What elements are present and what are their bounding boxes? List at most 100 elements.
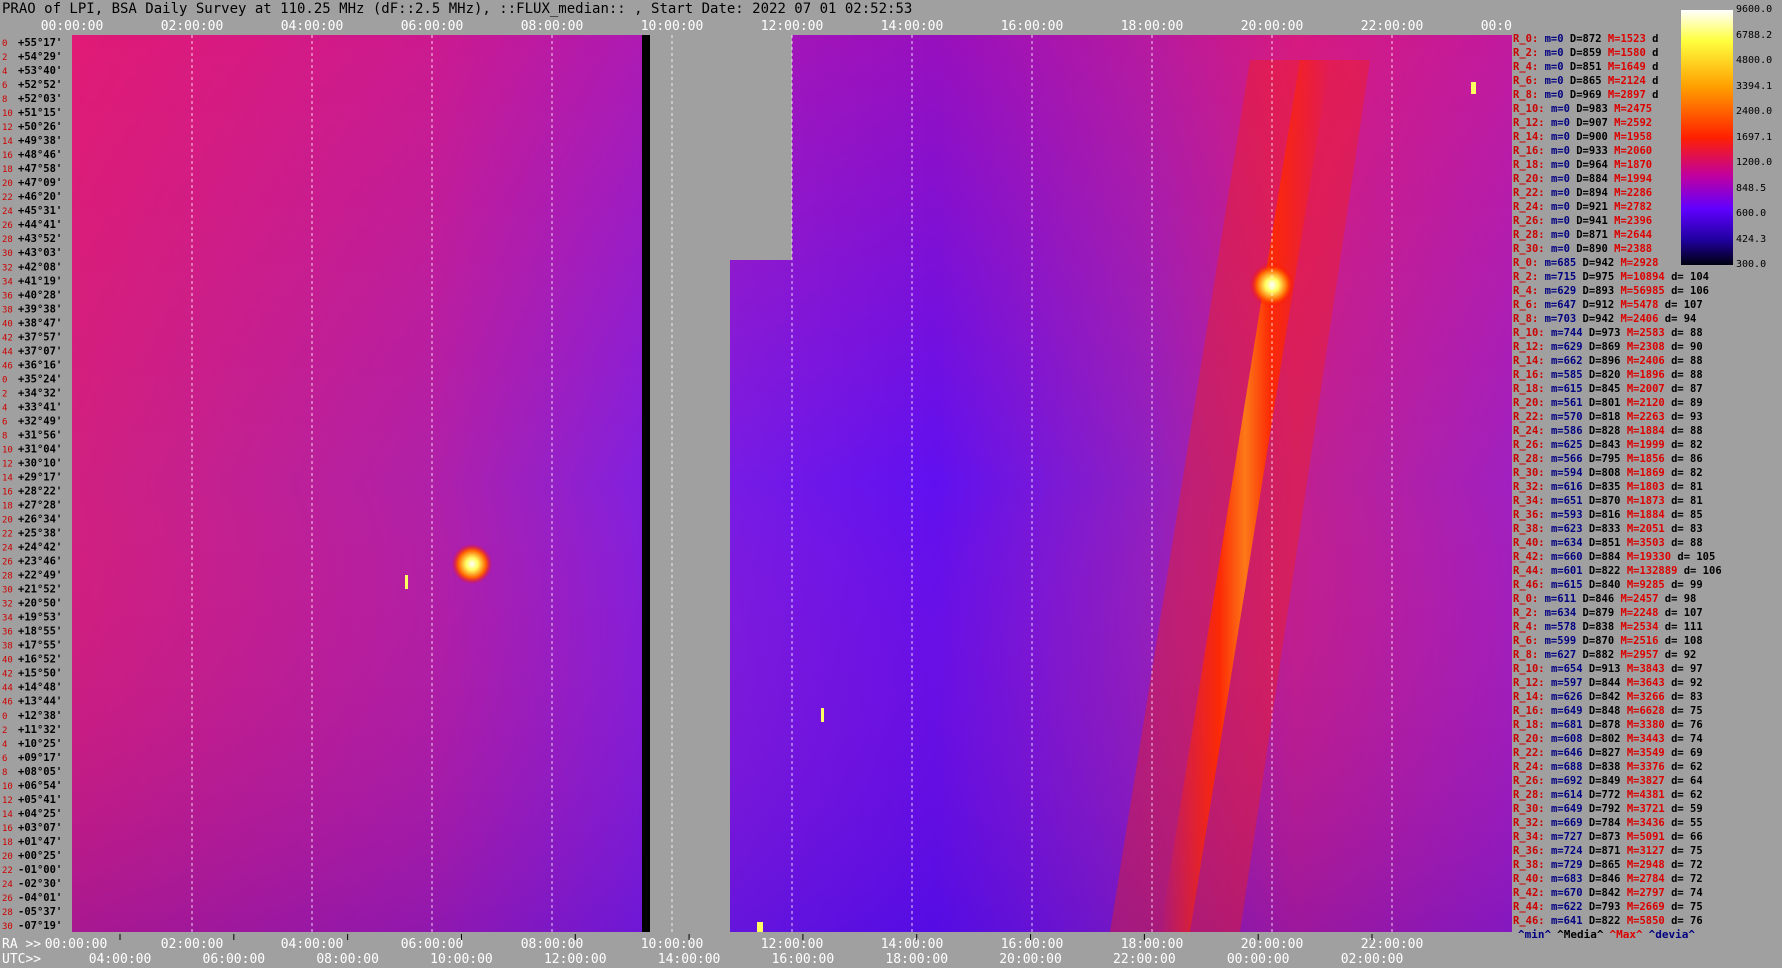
stat-md: D=870: [1582, 635, 1621, 647]
beam-stat-row: R_18: m=0 D=964 M=1870: [1513, 159, 1658, 172]
dec-tick-label: +41°19': [18, 275, 62, 287]
dec-row-index: 22: [2, 866, 13, 876]
beam-stat-row: R_34: m=651 D=870 M=1873 d= 81: [1513, 495, 1703, 508]
utc-tick-label: 10:00:00: [430, 952, 493, 967]
stat-mx: M=5478: [1620, 299, 1665, 311]
dec-row-index: 36: [2, 628, 13, 638]
stat-mn: m=0: [1544, 75, 1570, 87]
dec-tick-label: -05°37': [18, 906, 62, 918]
stat-mx: M=1580: [1607, 47, 1653, 59]
legend-median: ^Media^: [1557, 928, 1604, 941]
stat-dv: d: [1652, 75, 1659, 87]
stat-md: D=869: [1588, 341, 1627, 353]
beam-stat-row: R_16: m=0 D=933 M=2060: [1513, 145, 1658, 158]
stat-md: D=890: [1576, 243, 1615, 255]
stat-md: D=896: [1588, 355, 1627, 367]
dec-tick-label: +38°47': [18, 317, 62, 329]
beam-stat-row: R_18: m=615 D=845 M=2007 d= 87: [1513, 383, 1703, 396]
beam-stat-row: R_32: m=669 D=784 M=3436 d= 55: [1513, 817, 1703, 830]
stat-dv: d= 98: [1664, 593, 1697, 605]
dec-tick-label: +50°26': [18, 121, 62, 133]
stat-dv: d= 62: [1671, 789, 1703, 801]
dec-tick-label: +37°07': [18, 345, 62, 357]
stat-mn: m=597: [1550, 677, 1589, 689]
stat-mn: m=681: [1550, 719, 1589, 731]
dec-row-index: 8: [2, 431, 7, 441]
stat-mx: M=19330: [1626, 551, 1678, 563]
stat-dv: d= 83: [1671, 691, 1703, 703]
stat-md: D=975: [1582, 271, 1621, 283]
stat-mx: M=3843: [1626, 663, 1672, 675]
stat-md: D=865: [1588, 859, 1627, 871]
dec-tick-label: +52°52': [18, 79, 62, 91]
stat-md: D=871: [1588, 845, 1627, 857]
stat-mn: m=646: [1550, 747, 1589, 759]
stat-lab: R_40:: [1513, 537, 1551, 549]
top-axis-tick-label: 06:00:00: [401, 19, 464, 34]
stat-mn: m=570: [1550, 411, 1589, 423]
stat-mn: m=651: [1550, 495, 1589, 507]
stat-mn: m=649: [1550, 705, 1589, 717]
stat-md: D=828: [1588, 425, 1627, 437]
stat-lab: R_16:: [1513, 145, 1551, 157]
stat-md: D=838: [1582, 621, 1621, 633]
dec-tick-label: +00°25': [18, 850, 62, 862]
stat-md: D=842: [1588, 887, 1627, 899]
stat-lab: R_18:: [1513, 383, 1551, 395]
stat-mn: m=669: [1550, 817, 1589, 829]
beam-stat-row: R_30: m=0 D=890 M=2388: [1513, 243, 1658, 256]
beam-stat-row: R_6: m=647 D=912 M=5478 d= 107: [1513, 299, 1703, 312]
top-axis-tick-label: 10:00:00: [641, 19, 704, 34]
dec-tick-label: +51°15': [18, 107, 62, 119]
beam-stat-row: R_28: m=566 D=795 M=1856 d= 86: [1513, 453, 1703, 466]
stat-lab: R_12:: [1513, 677, 1551, 689]
bright-source: [405, 575, 408, 589]
dec-row-index: 10: [2, 109, 13, 119]
top-axis-tick-label: 14:00:00: [881, 19, 944, 34]
stat-mn: m=703: [1544, 313, 1583, 325]
stat-mx: M=2475: [1614, 103, 1659, 115]
stat-md: D=859: [1569, 47, 1608, 59]
dec-tick-label: +20°50': [18, 598, 62, 610]
stat-mn: m=634: [1544, 607, 1583, 619]
stat-mx: M=2457: [1620, 593, 1665, 605]
stat-mn: m=0: [1544, 33, 1570, 45]
stat-mx: M=1869: [1626, 467, 1672, 479]
stat-mx: M=2124: [1607, 75, 1653, 87]
beam-stat-row: R_2: m=0 D=859 M=1580 d: [1513, 47, 1658, 60]
beam-stat-row: R_44: m=601 D=822 M=132889 d= 106: [1513, 565, 1722, 578]
stat-mn: m=608: [1550, 733, 1589, 745]
stat-mx: M=2534: [1620, 621, 1665, 633]
dec-tick-label: +25°38': [18, 528, 62, 540]
stat-lab: R_28:: [1513, 789, 1551, 801]
stat-lab: R_22:: [1513, 187, 1551, 199]
stat-mn: m=625: [1550, 439, 1589, 451]
stat-mn: m=0: [1550, 117, 1577, 129]
stat-md: D=848: [1588, 705, 1627, 717]
stat-mn: m=0: [1544, 61, 1570, 73]
stat-dv: d: [1652, 61, 1659, 73]
stat-mx: M=3827: [1626, 775, 1672, 787]
dec-row-index: 42: [2, 670, 13, 680]
stat-lab: R_34:: [1513, 495, 1551, 507]
stat-mx: M=132889: [1626, 565, 1684, 577]
ra-tick-label: 02:00:00: [161, 937, 224, 952]
legend-max: ^Max^: [1609, 928, 1643, 941]
dec-row-index: 0: [2, 712, 7, 722]
stat-mx: M=2007: [1626, 383, 1672, 395]
stat-lab: R_12:: [1513, 117, 1551, 129]
stat-mn: m=0: [1550, 243, 1577, 255]
stat-mn: m=0: [1550, 187, 1577, 199]
dec-row-index: 18: [2, 838, 13, 848]
stat-md: D=835: [1588, 481, 1627, 493]
stat-md: D=845: [1588, 383, 1627, 395]
stat-mn: m=594: [1550, 467, 1589, 479]
stat-mx: M=3721: [1626, 803, 1672, 815]
stat-mx: M=1649: [1607, 61, 1653, 73]
beam-stat-row: R_4: m=629 D=893 M=56985 d= 106: [1513, 285, 1709, 298]
ra-tick-label: 00:00:00: [45, 937, 108, 952]
stats-legend: ^min^ ^Media^ ^Max^ ^devia^: [1518, 928, 1701, 941]
stat-dv: d: [1652, 47, 1659, 59]
dec-row-index: 12: [2, 796, 13, 806]
beam-stat-row: R_42: m=670 D=842 M=2797 d= 74: [1513, 887, 1703, 900]
